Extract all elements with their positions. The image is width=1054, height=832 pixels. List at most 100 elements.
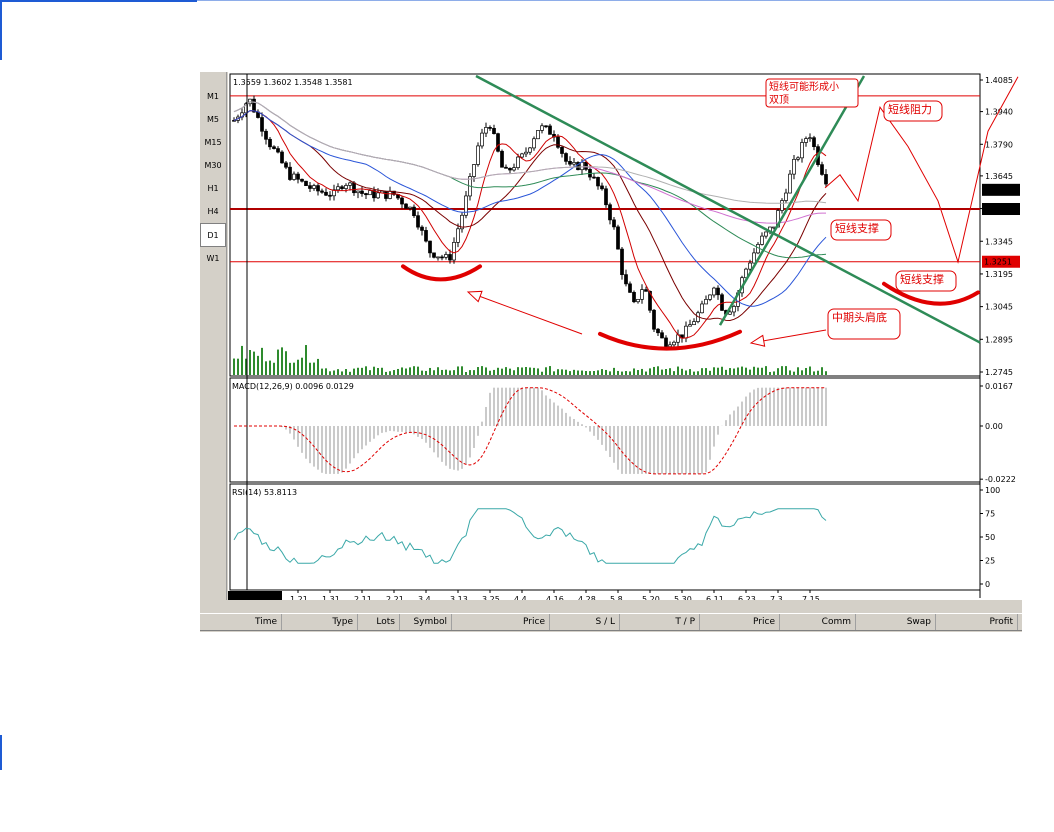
candle-body [800, 142, 804, 159]
low-price-label: 1.3251 [984, 258, 1012, 267]
candle-body [424, 230, 428, 242]
candle-body [780, 200, 784, 211]
rsi-tick-label: 100 [985, 486, 1000, 495]
column-profit-10[interactable]: Profit [936, 614, 1018, 630]
candle-body [356, 190, 360, 194]
candle-body [516, 156, 520, 168]
timeframe-h1[interactable]: H1 [200, 176, 226, 200]
candle-body [640, 289, 644, 300]
price-tick-label: 1.3195 [985, 270, 1013, 279]
date-tick-label: 7.15 [802, 595, 820, 600]
timeframe-d1[interactable]: D1 [200, 223, 226, 247]
candle-body [388, 190, 392, 199]
candle-body [716, 287, 720, 296]
rsi-tick-label: 75 [985, 510, 995, 519]
timeframe-m1[interactable]: M1 [200, 84, 226, 108]
candle-body [752, 252, 756, 264]
candle-body [524, 151, 528, 155]
date-tick-label: 2.21 [386, 595, 404, 600]
candle-body [508, 167, 512, 171]
rsi-tick-label: 0 [985, 580, 990, 589]
column-type-1[interactable]: Type [282, 614, 358, 630]
timeframe-h4[interactable]: H4 [200, 199, 226, 223]
rsi-label: RSI(14) 53.8113 [232, 488, 297, 497]
candle-body [668, 344, 672, 347]
candle-body [472, 164, 476, 177]
pane-frame-2 [229, 483, 981, 591]
candle-body [436, 256, 440, 259]
column-price-7[interactable]: Price [700, 614, 780, 630]
candle-body [484, 127, 488, 134]
candle-body [688, 324, 692, 327]
candle-body [636, 298, 640, 303]
price-tick-label: 1.3645 [985, 172, 1013, 181]
candle-body [300, 178, 304, 182]
candle-body [712, 287, 716, 296]
date-tick-label: 5.30 [674, 595, 692, 600]
candle-body [580, 161, 584, 171]
date-tick-label: 2.11 [354, 595, 372, 600]
candle-body [456, 228, 460, 243]
column-time-0[interactable]: Time [200, 614, 282, 630]
column-sl-5[interactable]: S / L [550, 614, 620, 630]
candle-body [444, 254, 448, 258]
candle-body [504, 166, 508, 169]
candle-body [408, 206, 412, 209]
column-comm-8[interactable]: Comm [780, 614, 856, 630]
candle-body [412, 206, 416, 217]
candle-body [404, 203, 408, 209]
candle-body [692, 321, 696, 326]
candle-body [496, 133, 500, 152]
candle-body [788, 173, 792, 194]
macd-tick-label: -0.0222 [985, 475, 1016, 484]
date-tick-label: 6.23 [738, 595, 756, 600]
date-tick-label: 1.31 [322, 595, 340, 600]
candle-body [500, 150, 504, 168]
candle-body [336, 186, 340, 191]
candle-body [612, 219, 616, 228]
candle-body [308, 185, 312, 189]
candle-body [400, 197, 404, 205]
ohlc-header: 1.3559 1.3602 1.3548 1.3581 [233, 78, 353, 87]
chart-window[interactable]: 1.40851.39401.37901.36451.34951.33451.31… [228, 72, 1022, 600]
column-swap-9[interactable]: Swap [856, 614, 936, 630]
candle-body [528, 147, 532, 153]
double-top-label-line1: 短线可能形成小 [769, 80, 839, 93]
price-chart[interactable]: 1.40851.39401.37901.36451.34951.33451.31… [228, 72, 1022, 600]
candle-body [512, 167, 516, 171]
date-tick-label: 3.13 [450, 595, 468, 600]
candle-body [620, 248, 624, 275]
candle-body [824, 174, 828, 185]
trading-terminal: M1 M5 M15 M30 H1 H4 D1 W1 1.4085 1.3940 1.3790 1.3… [200, 72, 1022, 632]
candle-body [792, 158, 796, 175]
candle-body [376, 192, 380, 199]
candle-body [616, 226, 620, 250]
candle-body [600, 185, 604, 190]
column-tp-6[interactable]: T / P [620, 614, 700, 630]
candle-body [632, 292, 636, 303]
column-symbol-3[interactable]: Symbol [400, 614, 452, 630]
timeframe-w1[interactable]: W1 [200, 246, 226, 270]
timeframe-m15[interactable]: M15 [200, 130, 226, 154]
timeframe-m30[interactable]: M30 [200, 153, 226, 177]
candle-body [664, 337, 668, 347]
date-tick-label: 4.28 [578, 595, 596, 600]
candle-body [384, 190, 388, 199]
candle-body [476, 145, 480, 165]
column-lots-2[interactable]: Lots [358, 614, 400, 630]
rsi-tick-label: 25 [985, 557, 995, 566]
candle-body [540, 125, 544, 131]
candle-body [348, 182, 352, 186]
candle-body [488, 127, 492, 129]
candle-body [520, 153, 524, 158]
candle-body [320, 190, 324, 193]
date-tick-label: 5.20 [642, 595, 660, 600]
candle-body [312, 185, 316, 189]
column-price-4[interactable]: Price [452, 614, 550, 630]
timeframe-m5[interactable]: M5 [200, 107, 226, 131]
candle-body [784, 192, 788, 201]
candle-body [480, 132, 484, 147]
date-tick-label: 7.3 [770, 595, 783, 600]
price-tick-label: 1.3790 [985, 140, 1013, 149]
candle-body [284, 162, 288, 168]
